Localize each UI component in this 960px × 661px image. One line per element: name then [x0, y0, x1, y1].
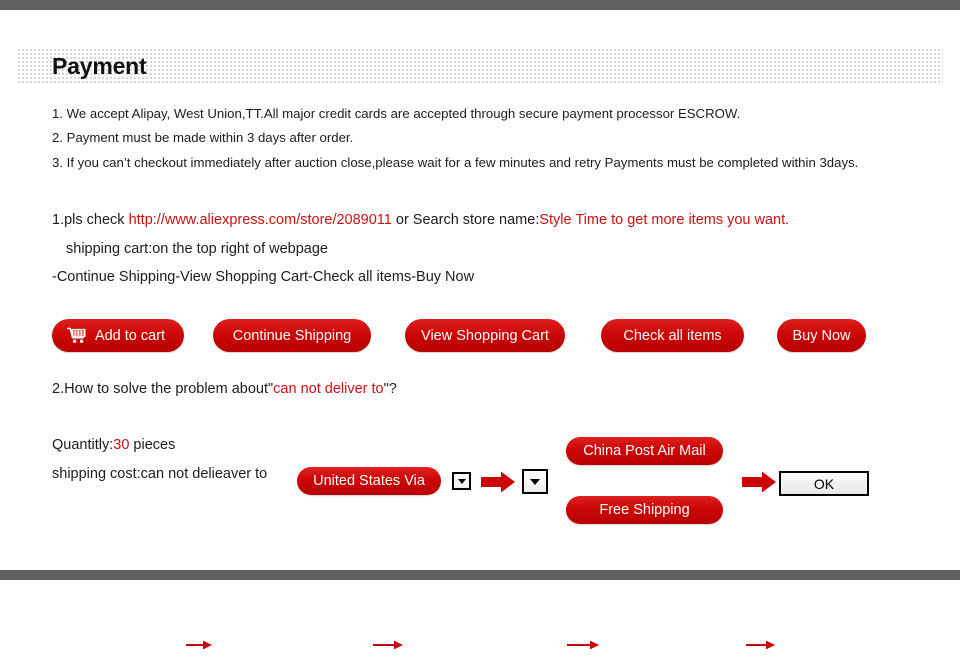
page-title: Payment	[52, 53, 147, 79]
quantity-line: Quantitly:30 pieces	[52, 437, 175, 453]
store-url-link[interactable]: http://www.aliexpress.com/store/2089011	[129, 212, 392, 228]
ok-button[interactable]: OK	[779, 471, 869, 496]
chevron-down-icon	[530, 478, 540, 485]
flow-arrow-1	[186, 628, 212, 661]
shipping-method-dropdown-large[interactable]	[522, 469, 548, 494]
store-name-phrase: Style Time to get more items you want.	[539, 212, 790, 228]
flow-arrow-3	[567, 628, 599, 661]
terms-line-2: 2. Payment must be made within 3 days af…	[52, 130, 354, 145]
problem-suffix: "?	[383, 381, 397, 397]
shipping-option-china-post-label: China Post Air Mail	[583, 443, 706, 459]
quantity-label: Quantitly:	[52, 437, 114, 453]
buy-now-label: Buy Now	[792, 327, 851, 344]
shipping-option-china-post[interactable]: China Post Air Mail	[566, 437, 723, 465]
check-all-items-label: Check all items	[623, 327, 722, 344]
flow-arrow-4	[746, 628, 775, 661]
shipping-method-dropdown-small[interactable]	[452, 472, 471, 490]
store-check-prefix: 1.pls check	[52, 212, 129, 228]
store-check-line: 1.pls check http://www.aliexpress.com/st…	[52, 212, 789, 228]
bottom-rail	[0, 570, 960, 580]
shipping-cart-hint: shipping cart:on the top right of webpag…	[66, 241, 328, 257]
step-arrow-2	[742, 471, 776, 498]
ok-button-label: OK	[813, 475, 835, 492]
flow-arrow-2	[373, 628, 403, 661]
view-shopping-cart-button[interactable]: View Shopping Cart	[405, 319, 565, 352]
terms-line-1: 1. We accept Alipay, West Union,TT.All m…	[52, 106, 741, 121]
header-band	[17, 48, 943, 84]
step-arrow-1	[481, 471, 515, 498]
destination-label: United States Via	[313, 473, 425, 489]
quantity-value: 30	[113, 437, 130, 453]
add-to-cart-label: Add to cart	[94, 327, 166, 344]
view-shopping-cart-label: View Shopping Cart	[421, 327, 549, 344]
continue-shipping-label: Continue Shipping	[232, 327, 352, 344]
shopping-cart-icon	[66, 327, 87, 344]
problem-highlight: can not deliver to	[273, 381, 384, 397]
chevron-down-icon	[457, 478, 466, 484]
shipping-option-free-shipping-label: Free Shipping	[599, 502, 690, 518]
add-to-cart-button[interactable]: Add to cart	[52, 319, 184, 352]
top-rail	[0, 0, 960, 10]
terms-line-3: 3. If you can’t checkout immediately aft…	[52, 155, 859, 170]
continue-shipping-button[interactable]: Continue Shipping	[213, 319, 371, 352]
shipping-option-free-shipping[interactable]: Free Shipping	[566, 496, 723, 524]
checkout-flow-diagram: Add to cart Continue Shipping View Shopp…	[0, 319, 960, 649]
problem-question: 2.How to solve the problem about"can not…	[52, 381, 397, 397]
quantity-unit: pieces	[129, 437, 176, 453]
checkout-flow-text: -Continue Shipping-View Shopping Cart-Ch…	[52, 269, 475, 285]
check-all-items-button[interactable]: Check all items	[601, 319, 744, 352]
payment-page: Payment 1. We accept Alipay, West Union,…	[0, 10, 960, 649]
shipping-cost-label: shipping cost:can not delieaver to	[52, 466, 268, 482]
destination-pill[interactable]: United States Via	[297, 467, 441, 495]
store-check-middle: or Search store name:	[391, 212, 540, 228]
buy-now-button[interactable]: Buy Now	[777, 319, 866, 352]
problem-prefix: 2.How to solve the problem about"	[52, 381, 274, 397]
